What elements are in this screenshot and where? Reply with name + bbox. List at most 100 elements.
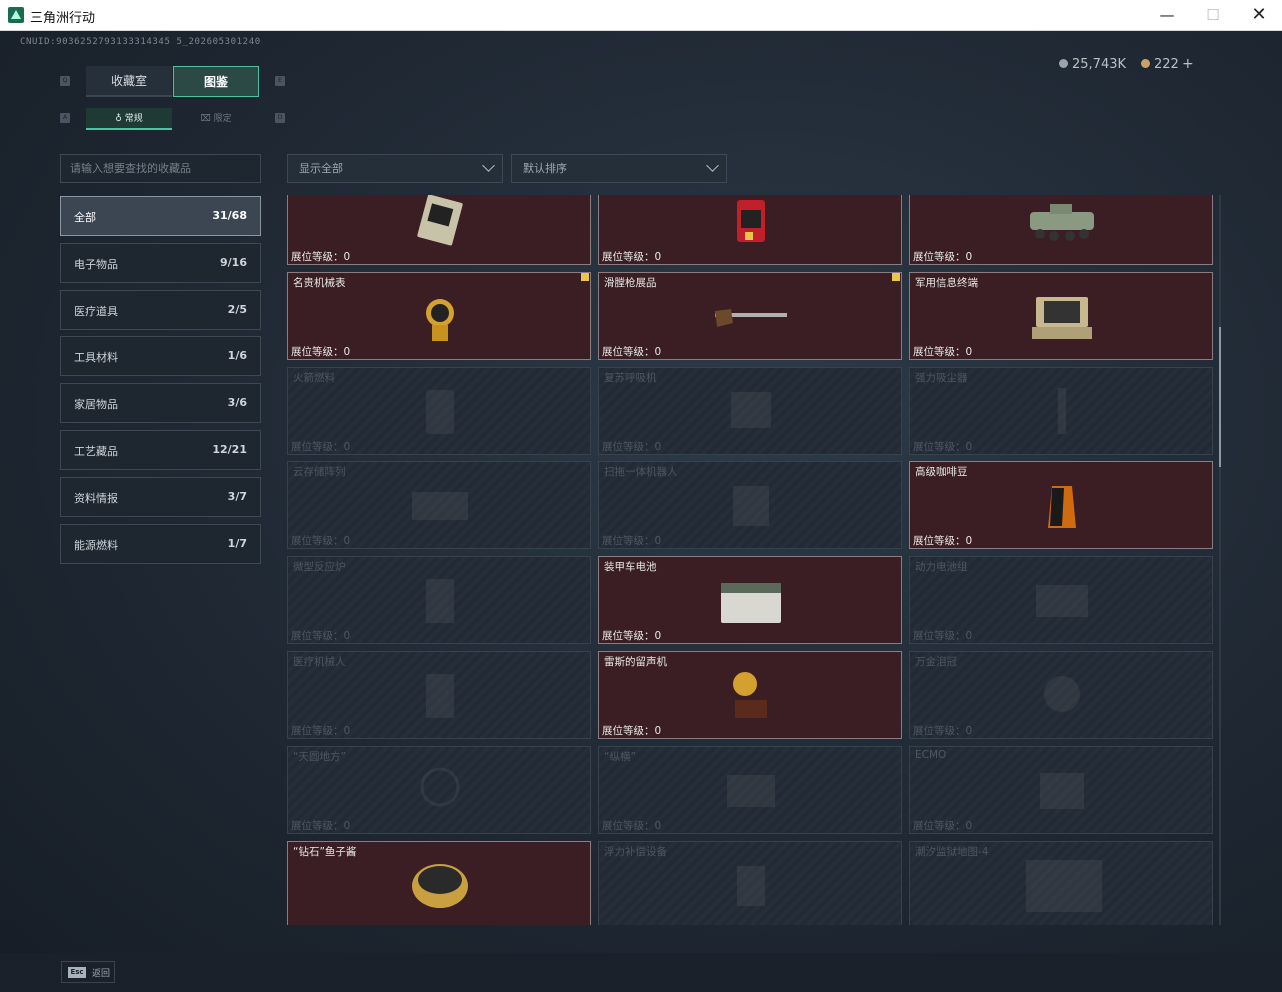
category-medical[interactable]: 医疗道具 2/5 [60, 290, 261, 330]
collection-item-card[interactable]: “天圆地方” 展位等级：0 [287, 745, 591, 834]
subtab-limited[interactable]: ⌧ 限定 [173, 108, 259, 130]
robot-vacuum-icon [733, 486, 769, 527]
add-currency-button[interactable]: + [1182, 56, 1194, 72]
category-label: 家居物品 [74, 398, 118, 411]
caviar-icon [412, 863, 468, 908]
footer-bar: Esc 返回 [0, 953, 1282, 992]
collection-item-card[interactable]: 微型反应炉 展位等级：0 [287, 556, 591, 645]
prison-map-icon [1026, 859, 1102, 912]
esc-key-icon: Esc [68, 967, 86, 978]
key-hint-a: A [60, 113, 70, 123]
item-name: 扫拖一体机器人 [604, 466, 678, 479]
subtab-normal[interactable]: ♁ 常规 [86, 108, 172, 130]
category-household[interactable]: 家居物品 3/6 [60, 383, 261, 423]
collection-item-card[interactable]: 万金泪冠 展位等级：0 [909, 651, 1213, 739]
filter-dropdown[interactable]: 显示全部 [287, 154, 503, 183]
category-all[interactable]: 全部 31/68 [60, 196, 261, 236]
close-button[interactable]: ✕ [1236, 0, 1282, 30]
filter-value: 显示全部 [299, 162, 343, 175]
item-name: 雷斯的留声机 [604, 656, 667, 668]
booth-level: 展位等级：0 [913, 535, 973, 548]
collection-item-card[interactable]: 步战车模型展位等级：0 [909, 195, 1213, 265]
collection-item-card[interactable]: 潮汐监狱地图-4 [909, 840, 1213, 925]
player-uid: CNUID:9036252793133314345 5_202605301240 [20, 37, 261, 47]
collection-item-card[interactable]: 复苏呼吸机 展位等级：0 [598, 366, 902, 455]
tab-collection-room[interactable]: 收藏室 [86, 66, 172, 97]
collection-item-card[interactable]: 火箭燃料 展位等级：0 [287, 366, 591, 455]
booth-level: 展位等级：0 [913, 251, 973, 263]
gold-watch-icon [426, 298, 454, 341]
collection-item-card[interactable]: 滑膛枪展品 展位等级：0 [598, 271, 902, 360]
ticket-balance: 222 [1141, 57, 1179, 72]
category-count: 3/7 [227, 490, 247, 503]
category-count: 12/21 [212, 443, 247, 456]
gramophone-icon [733, 672, 767, 718]
search-input[interactable]: 请输入想要查找的收藏品 [60, 154, 261, 183]
collection-item-card[interactable]: 装甲车电池 展位等级：0 [598, 556, 902, 645]
collection-item-card[interactable]: 扫拖一体机器人 展位等级：0 [598, 461, 902, 550]
collection-item-card[interactable]: 军用信息终端 展位等级：0 [909, 271, 1213, 360]
new-item-badge [581, 272, 589, 281]
item-name: 浮力补偿设备 [604, 845, 667, 858]
buoyancy-device-icon [737, 865, 765, 906]
booth-level: 展位等级：0 [291, 251, 351, 263]
category-count: 3/6 [227, 396, 247, 409]
back-label: 返回 [92, 969, 111, 979]
booth-level: 展位等级：0 [602, 251, 662, 263]
item-grid-viewport: 曼德尔超算单元展位等级：0自动体外除颤器展位等级：0步战车模型展位等级：0 名贵机… [287, 195, 1217, 925]
app-logo-icon [8, 7, 24, 23]
maximize-button[interactable]: ☐ [1190, 0, 1236, 30]
category-count: 1/7 [227, 537, 247, 550]
item-name: “天圆地方” [293, 750, 346, 763]
category-count: 2/5 [227, 303, 247, 316]
collection-item-card[interactable]: 强力吸尘器 展位等级：0 [909, 366, 1213, 455]
category-tools[interactable]: 工具材料 1/6 [60, 336, 261, 376]
booth-level: 展位等级：0 [291, 725, 351, 737]
scrollbar-thumb[interactable] [1219, 327, 1221, 467]
booth-level: 展位等级：0 [291, 440, 351, 453]
category-count: 1/6 [227, 349, 247, 362]
category-label: 全部 [74, 211, 96, 224]
category-crafts[interactable]: 工艺藏品 12/21 [60, 430, 261, 470]
subtab-normal-label: 常规 [124, 114, 143, 124]
category-label: 工具材料 [74, 351, 118, 364]
item-name: 滑膛枪展品 [604, 276, 657, 289]
collection-item-card[interactable]: 自动体外除颤器展位等级：0 [598, 195, 902, 265]
item-name: 万金泪冠 [915, 656, 957, 668]
coffee-beans-icon [1048, 486, 1076, 529]
item-name: 名贵机械表 [293, 276, 346, 289]
collection-item-card[interactable]: “钻石”鱼子酱 [287, 840, 591, 925]
collection-item-card[interactable]: 高级咖啡豆展位等级：0 [909, 461, 1213, 550]
collection-item-card[interactable]: 动力电池组 展位等级：0 [909, 556, 1213, 645]
booth-level: 展位等级：0 [913, 440, 973, 453]
booth-level: 展位等级：0 [291, 630, 351, 643]
collection-item-card[interactable]: 名贵机械表 展位等级：0 [287, 271, 591, 360]
tab-atlas[interactable]: 图鉴 [173, 66, 259, 97]
item-name: 潮汐监狱地图-4 [915, 845, 989, 858]
category-intel[interactable]: 资料情报 3/7 [60, 477, 261, 517]
item-name: 高级咖啡豆 [915, 466, 968, 479]
category-energy[interactable]: 能源燃料 1/7 [60, 524, 261, 564]
micro-reactor-icon [426, 579, 454, 624]
subtab-limited-label: 限定 [213, 114, 232, 124]
category-electronics[interactable]: 电子物品 9/16 [60, 243, 261, 283]
minimize-button[interactable]: — [1144, 0, 1190, 30]
collection-item-card[interactable]: 曼德尔超算单元展位等级：0 [287, 195, 591, 265]
scrollbar-track[interactable] [1219, 195, 1221, 925]
back-button[interactable]: Esc 返回 [61, 961, 115, 983]
collection-item-card[interactable]: 云存储阵列 展位等级：0 [287, 461, 591, 550]
new-item-badge [892, 272, 900, 281]
window-title: 三角洲行动 [30, 11, 96, 26]
key-hint-d: D [275, 113, 285, 123]
rocket-fuel-icon [426, 389, 454, 434]
item-name: 云存储阵列 [293, 466, 346, 479]
military-terminal-icon [1032, 296, 1092, 339]
coin-amount: 25,743K [1072, 57, 1127, 72]
item-name: 复苏呼吸机 [604, 371, 657, 384]
collection-item-card[interactable]: 雷斯的留声机 展位等级：0 [598, 651, 902, 739]
collection-item-card[interactable]: 浮力补偿设备 [598, 840, 902, 925]
collection-item-card[interactable]: 医疗机械人 展位等级：0 [287, 651, 591, 739]
collection-item-card[interactable]: “纵横” 展位等级：0 [598, 745, 902, 834]
collection-item-card[interactable]: ECMO 展位等级：0 [909, 745, 1213, 834]
sort-dropdown[interactable]: 默认排序 [511, 154, 727, 183]
